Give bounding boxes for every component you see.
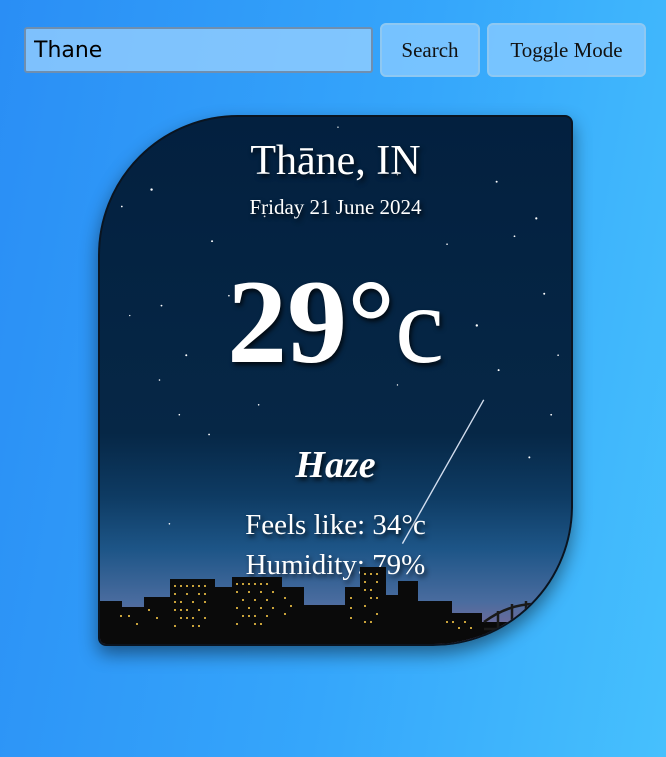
search-input[interactable]	[24, 27, 373, 73]
search-button[interactable]: Search	[380, 23, 480, 77]
weather-card: Thāne, IN Friday 21 June 2024 29°c Haze …	[98, 115, 573, 646]
toggle-mode-button[interactable]: Toggle Mode	[487, 23, 646, 77]
city-skyline	[100, 567, 571, 644]
